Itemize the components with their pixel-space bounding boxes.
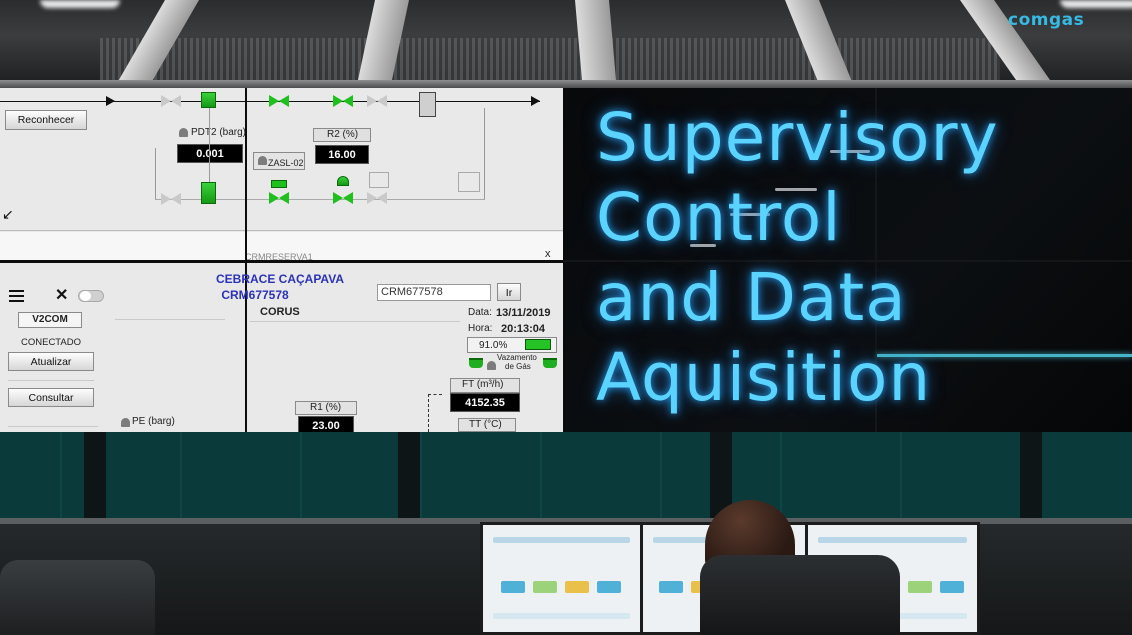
video-wall: Reconhecer PDT2 (barg) 0.001 R2 (%) 16.0…	[0, 88, 1132, 432]
control-room-scene: comgas Reconhecer PDT2 (barg) 0.001 R2 (…	[0, 0, 1132, 635]
monitor-tile	[533, 581, 557, 593]
check-valve-icon	[458, 172, 480, 192]
ceiling-mesh	[100, 38, 1000, 82]
menu-icon[interactable]	[9, 290, 24, 305]
r1-label: R1 (%)	[310, 402, 342, 413]
battery-value: 91.0%	[479, 340, 508, 351]
valve-open-icon	[333, 192, 353, 204]
wall-pillar	[1020, 432, 1042, 522]
time-label: Hora:	[468, 323, 493, 334]
divider	[8, 426, 98, 427]
valve-actuator-icon	[271, 180, 287, 188]
valve-open-icon	[269, 192, 289, 204]
monitor-header	[493, 537, 630, 543]
headline-line-1: Supervisory	[596, 99, 999, 176]
station-search-input[interactable]: CRM677578	[377, 284, 491, 301]
corus-label: CORUS	[260, 306, 300, 318]
update-button[interactable]: Atualizar	[8, 352, 94, 371]
flow-arrow-icon	[531, 96, 540, 106]
pdt2-value: 0.001	[177, 144, 243, 163]
scada-screen: Reconhecer PDT2 (barg) 0.001 R2 (%) 16.0…	[0, 88, 563, 432]
monitor-tile	[659, 581, 683, 593]
mode-toggle[interactable]	[78, 290, 104, 302]
valve-closed-icon	[161, 193, 181, 205]
tt-label: TT (°C)	[469, 419, 502, 430]
connected-status: CONECTADO	[21, 337, 81, 348]
filter-icon	[419, 92, 436, 117]
wall-pillar	[398, 432, 420, 522]
go-button[interactable]: Ir	[497, 283, 521, 301]
recognize-button[interactable]: Reconhecer	[5, 110, 87, 130]
leak-indicator-icon	[469, 358, 483, 368]
valve-closed-icon	[367, 95, 387, 107]
consult-button[interactable]: Consultar	[8, 388, 94, 407]
divider	[115, 319, 225, 320]
valve-closed-icon	[367, 192, 387, 204]
valve-closed-icon	[161, 95, 181, 107]
brand-logo: comgas	[1008, 10, 1085, 30]
monitor-row	[493, 613, 630, 619]
station-code: CRM677578	[221, 288, 289, 302]
tools-icon[interactable]: ✕	[55, 285, 68, 305]
operator-chair	[700, 555, 900, 635]
ft-label: FT (m³/h)	[462, 379, 504, 390]
r1-value: 23.00	[298, 416, 354, 432]
screen-seam	[0, 260, 563, 263]
pressure-relief-icon	[369, 172, 389, 188]
date-value: 13/11/2019	[496, 307, 551, 319]
pe-label: PE (barg)	[132, 416, 175, 427]
valve-actuator-icon	[201, 182, 216, 204]
valve-open-icon	[269, 95, 289, 107]
flow-arrow-icon	[106, 96, 115, 106]
zasl-label: ZASL-02	[268, 158, 304, 168]
ft-value: 4152.35	[450, 393, 520, 412]
alarm-bell-icon	[487, 361, 496, 370]
close-icon[interactable]: x	[545, 248, 551, 260]
ft-connector	[428, 394, 429, 432]
monitor-tile	[565, 581, 589, 593]
ceiling-bar	[0, 80, 1132, 88]
pipe-branch	[155, 148, 156, 200]
alarm-bell-icon	[258, 156, 267, 165]
battery-icon	[525, 339, 551, 350]
regulator-dome-icon	[337, 176, 349, 186]
alarm-bell-icon	[179, 128, 188, 137]
pdt2-label: PDT2 (barg)	[191, 127, 247, 138]
corner-arrow-icon: ↙	[2, 206, 14, 222]
desk-monitor	[480, 522, 643, 635]
r2-label: R2 (%)	[327, 129, 359, 140]
leak-indicator-icon	[543, 358, 557, 368]
ceiling-lamp	[1060, 0, 1132, 8]
monitor-tile	[940, 581, 964, 593]
valve-open-icon	[333, 95, 353, 107]
headline-line-2: Control	[596, 179, 842, 256]
monitor-tile	[597, 581, 621, 593]
leak-label-2: de Gás	[505, 362, 531, 371]
station-title: CEBRACE CAÇAPAVA	[215, 272, 344, 286]
monitor-tile	[501, 581, 525, 593]
wall-pillar	[84, 432, 106, 522]
r2-value: 16.00	[315, 145, 369, 164]
headline-line-3: and Data	[596, 259, 907, 336]
leak-label: Vazamento	[497, 353, 537, 362]
date-label: Data:	[468, 307, 492, 318]
operator-chair	[0, 560, 155, 635]
divider	[0, 230, 563, 231]
v2com-label: V2COM	[32, 314, 68, 325]
monitor-header	[818, 537, 967, 543]
time-value: 20:13:04	[501, 323, 546, 335]
ceiling-lamp	[40, 0, 120, 8]
valve-actuator-icon	[201, 92, 216, 108]
pipe-branch	[484, 108, 485, 200]
monitor-tile	[908, 581, 932, 593]
divider	[8, 380, 94, 381]
back-wall	[0, 432, 1132, 522]
alarm-bell-icon	[121, 418, 130, 427]
ft-connector	[428, 394, 442, 395]
divider	[250, 321, 460, 322]
headline-line-4: Aquisition	[596, 339, 932, 416]
